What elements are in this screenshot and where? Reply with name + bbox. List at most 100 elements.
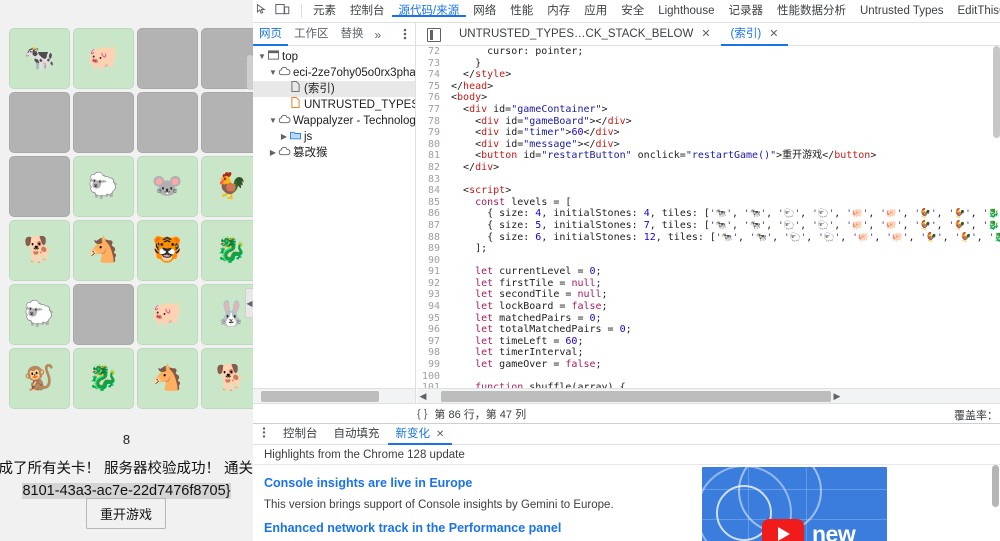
chevron-down-icon[interactable]: ▼ — [268, 65, 278, 81]
code-line[interactable]: 82 </div> — [417, 162, 1000, 174]
game-tile[interactable]: 🐴 — [137, 348, 198, 409]
game-tile[interactable] — [73, 284, 134, 345]
file-tree-row[interactable]: ▼ eci-2ze7ohy05o0rx3pha2fe.clo — [253, 65, 415, 81]
code-line[interactable]: 90 — [417, 255, 1000, 267]
devtools-splitter-handle[interactable]: ◀ — [245, 288, 253, 318]
code-line[interactable]: 74 </style> — [417, 69, 1000, 81]
hscroll-left-arrow[interactable]: ◀ — [417, 391, 429, 402]
drawer-tab[interactable]: 自动填充 — [326, 424, 388, 445]
game-tile[interactable] — [9, 92, 70, 153]
code-line[interactable]: 87 { size: 5, initialStones: 7, tiles: [… — [417, 220, 1000, 232]
editor-hscrollbar[interactable]: ◀ ▶ — [417, 388, 1000, 403]
game-tile[interactable]: 🐑 — [73, 156, 134, 217]
code-line[interactable]: 96 let totalMatchedPairs = 0; — [417, 324, 1000, 336]
code-line[interactable]: 73 } — [417, 58, 1000, 70]
code-line[interactable]: 94 let lockBoard = false; — [417, 301, 1000, 313]
game-tile[interactable]: 🐑 — [9, 284, 70, 345]
code-line[interactable]: 98 let timerInterval; — [417, 347, 1000, 359]
file-tree-hscroll-thumb[interactable] — [261, 390, 379, 402]
close-icon[interactable]: ✕ — [769, 28, 778, 40]
devtools-tab[interactable]: 网络 — [466, 5, 503, 17]
game-tile[interactable]: 🐭 — [137, 156, 198, 217]
sources-nav-tab[interactable]: 网页 — [253, 23, 288, 46]
play-button-icon[interactable] — [762, 519, 804, 541]
code-line[interactable]: 81 <button id="restartButton" onclick="r… — [417, 150, 1000, 162]
code-line[interactable]: 89 ]; — [417, 243, 1000, 255]
code-line[interactable]: 92 let firstTile = null; — [417, 278, 1000, 290]
devtools-tab[interactable]: 记录器 — [721, 5, 770, 17]
game-tile[interactable]: 🐓 — [201, 156, 253, 217]
code-line[interactable]: 79 <div id="timer">60</div> — [417, 127, 1000, 139]
device-toolbar-icon[interactable] — [275, 3, 290, 19]
chevron-right-icon[interactable]: ▶ — [268, 145, 278, 161]
sources-file-tree[interactable]: ▼ top ▼ eci-2ze7ohy05o0rx3pha2fe.clo (索引) UNT… — [253, 46, 416, 388]
devtools-tab[interactable]: 元素 — [306, 5, 343, 17]
file-tree-row[interactable]: UNTRUSTED_TYPES_CHECK_ — [253, 97, 415, 113]
drawer-scrollbar[interactable] — [991, 465, 1000, 541]
code-line[interactable]: 83 — [417, 174, 1000, 186]
devtools-tab[interactable]: 性能 — [503, 5, 540, 17]
drawer-tab[interactable]: 控制台 — [275, 424, 326, 445]
devtools-tab[interactable]: 安全 — [614, 5, 651, 17]
game-tile[interactable] — [201, 92, 253, 153]
game-tile[interactable]: 🐄 — [9, 28, 70, 89]
code-line[interactable]: 77 <div id="gameContainer"> — [417, 104, 1000, 116]
editor-hscroll-thumb[interactable] — [441, 390, 831, 402]
editor-file-tab[interactable]: UNTRUSTED_TYPES…CK_STACK_BELOW ✕ — [449, 23, 721, 46]
game-tile[interactable] — [137, 28, 198, 89]
code-line[interactable]: 85 const levels = [ — [417, 197, 1000, 209]
restart-game-button[interactable]: 重开游戏 — [86, 498, 166, 529]
code-line[interactable]: 97 let timeLeft = 60; — [417, 336, 1000, 348]
chevron-down-icon[interactable]: ▼ — [257, 49, 267, 65]
code-line[interactable]: 99 let gameOver = false; — [417, 359, 1000, 371]
drawer-scroll-thumb[interactable] — [992, 465, 999, 507]
file-tree-row[interactable]: ▼ top — [253, 49, 415, 65]
code-line[interactable]: 88 { size: 6, initialStones: 12, tiles: … — [417, 232, 1000, 244]
game-tile[interactable]: 🐖 — [137, 284, 198, 345]
editor-file-tab[interactable]: (索引) ✕ — [721, 23, 789, 46]
close-icon[interactable]: ✕ — [701, 28, 710, 40]
code-line[interactable]: 75 </head> — [417, 81, 1000, 93]
game-tile[interactable] — [73, 92, 134, 153]
code-line[interactable]: 95 let matchedPairs = 0; — [417, 313, 1000, 325]
close-icon[interactable]: ✕ — [436, 429, 444, 440]
game-tile[interactable]: 🐴 — [73, 220, 134, 281]
code-line[interactable]: 78 <div id="gameBoard"></div> — [417, 116, 1000, 128]
inspect-icon[interactable] — [255, 3, 268, 19]
code-line[interactable]: 84 <script> — [417, 185, 1000, 197]
devtools-tab[interactable]: 源代码/来源 — [392, 5, 467, 17]
drawer-kebab-icon[interactable] — [253, 426, 275, 442]
code-line[interactable]: 72 cursor: pointer; — [417, 46, 1000, 58]
game-tile[interactable]: 🐕 — [9, 220, 70, 281]
devtools-tab[interactable]: 性能数据分析 — [770, 5, 853, 17]
code-editor[interactable]: 72 cursor: pointer; 73 } 74 </style> 75 </he… — [417, 46, 1000, 388]
hscroll-right-arrow[interactable]: ▶ — [831, 391, 843, 402]
file-tree-row[interactable]: (索引) — [253, 81, 415, 97]
game-tile[interactable] — [137, 92, 198, 153]
game-tile[interactable]: 🐉 — [73, 348, 134, 409]
pretty-print-icon[interactable]: { } — [417, 408, 427, 420]
file-tree-hscrollbar[interactable] — [253, 388, 416, 403]
sources-nav-tab[interactable]: 替换 — [335, 23, 370, 46]
sources-nav-tab[interactable]: 工作区 — [288, 23, 335, 46]
devtools-tab[interactable]: EditThisCookie — [951, 5, 1000, 17]
devtools-tab[interactable]: Lighthouse — [651, 5, 721, 17]
code-line[interactable]: 91 let currentLevel = 0; — [417, 266, 1000, 278]
code-line[interactable]: 80 <div id="message"></div> — [417, 139, 1000, 151]
game-tile[interactable]: 🐯 — [137, 220, 198, 281]
drawer-tab[interactable]: 新变化 ✕ — [388, 424, 453, 445]
game-tile[interactable]: 🐖 — [73, 28, 134, 89]
editor-vertical-scrollbar[interactable] — [993, 46, 1000, 388]
devtools-tab[interactable]: Untrusted Types — [853, 5, 951, 17]
game-tile[interactable] — [201, 28, 253, 89]
code-line[interactable]: 86 { size: 4, initialStones: 4, tiles: [… — [417, 208, 1000, 220]
chevron-down-icon[interactable]: ▼ — [268, 113, 278, 129]
editor-vscroll-thumb[interactable] — [993, 46, 1000, 138]
game-tile[interactable]: 🐉 — [201, 220, 253, 281]
whats-new-video-thumbnail[interactable]: new — [702, 467, 887, 541]
devtools-tab[interactable]: 应用 — [577, 5, 614, 17]
game-tile[interactable]: 🐕 — [201, 348, 253, 409]
game-tile[interactable] — [9, 156, 70, 217]
code-line[interactable]: 93 let secondTile = null; — [417, 289, 1000, 301]
file-tree-row[interactable]: ▶ 篡改猴 — [253, 145, 415, 161]
